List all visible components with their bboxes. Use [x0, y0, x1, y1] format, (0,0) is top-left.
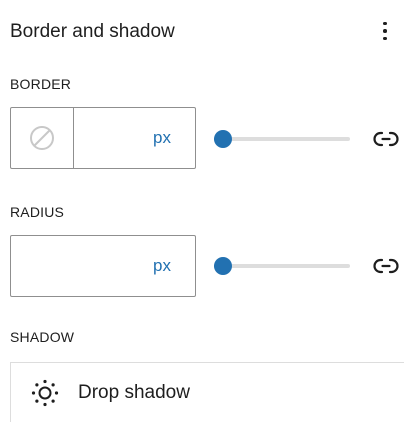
slider-track — [214, 264, 350, 268]
border-width-slider[interactable] — [214, 130, 350, 148]
drop-shadow-item[interactable]: Drop shadow — [10, 362, 404, 422]
radius-slider[interactable] — [214, 257, 350, 275]
border-unit-select[interactable]: px — [153, 128, 171, 148]
radius-input[interactable]: px — [11, 236, 195, 296]
shadow-label: SHADOW — [10, 329, 75, 345]
border-label: BORDER — [10, 76, 72, 92]
more-vertical-icon — [383, 21, 387, 26]
slider-thumb[interactable] — [214, 130, 232, 148]
radius-link-button[interactable] — [372, 252, 400, 280]
border-width-input[interactable]: px — [74, 108, 195, 168]
radius-label: RADIUS — [10, 204, 65, 220]
border-color-button[interactable] — [11, 108, 74, 168]
slider-thumb[interactable] — [214, 257, 232, 275]
drop-shadow-label: Drop shadow — [78, 381, 190, 403]
panel-title: Border and shadow — [10, 21, 175, 42]
border-link-button[interactable] — [372, 125, 400, 153]
border-control: px — [10, 107, 196, 169]
link-icon — [373, 258, 399, 274]
radius-control: px — [10, 235, 196, 297]
more-options-button[interactable] — [374, 14, 396, 48]
radius-unit-select[interactable]: px — [153, 256, 171, 276]
no-color-icon — [30, 126, 54, 150]
more-vertical-icon-dot — [383, 29, 387, 33]
slider-track — [214, 137, 350, 141]
more-vertical-icon-dot — [383, 36, 387, 41]
link-icon — [373, 131, 399, 147]
shadow-sun-icon — [30, 378, 60, 408]
